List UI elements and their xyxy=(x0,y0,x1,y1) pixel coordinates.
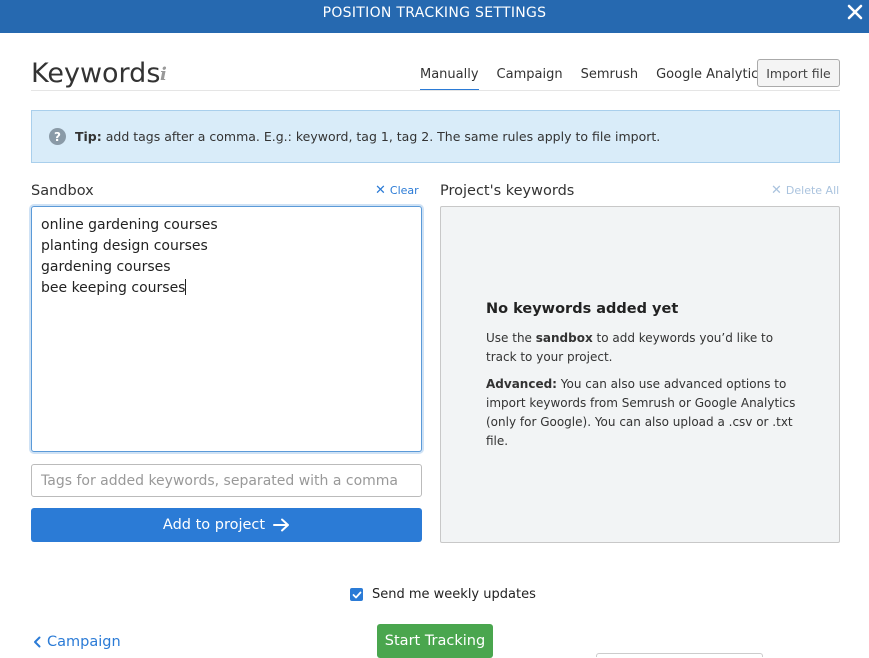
empty-text-part: Use the xyxy=(486,331,536,345)
delete-all-button[interactable]: ✕ Delete All xyxy=(771,183,839,198)
project-keywords-panel: No keywords added yet Use the sandbox to… xyxy=(440,206,840,543)
empty-state-title: No keywords added yet xyxy=(486,301,679,317)
sandbox-line: gardening courses xyxy=(41,259,171,275)
sandbox-title: Sandbox xyxy=(31,183,94,199)
project-keywords-title: Project's keywords xyxy=(440,183,575,199)
empty-text-bold: sandbox xyxy=(535,331,593,345)
info-icon[interactable]: i xyxy=(160,64,167,85)
add-to-project-button[interactable]: Add to project xyxy=(31,508,422,542)
clear-label: Clear xyxy=(389,184,419,197)
tab-campaign[interactable]: Campaign xyxy=(497,67,563,91)
empty-state-text: Use the sandbox to add keywords you’d li… xyxy=(486,329,806,367)
back-link-label: Campaign xyxy=(47,634,121,650)
sandbox-line: bee keeping courses xyxy=(41,280,186,296)
page-title: Keywords xyxy=(31,58,161,89)
advanced-label: Advanced: xyxy=(486,377,557,391)
sandbox-line: online gardening courses xyxy=(41,217,218,233)
tip-banner: ? Tip: add tags after a comma. E.g.: key… xyxy=(31,110,840,163)
tab-google-analytics[interactable]: Google Analytics xyxy=(656,67,765,91)
sandbox-line: planting design courses xyxy=(41,238,208,254)
tip-body: add tags after a comma. E.g.: keyword, t… xyxy=(101,129,661,144)
clear-button[interactable]: ✕ Clear xyxy=(375,183,419,198)
modal-title: POSITION TRACKING SETTINGS xyxy=(322,4,547,21)
tab-manually[interactable]: Manually xyxy=(420,67,479,91)
tip-text: Tip: add tags after a comma. E.g.: keywo… xyxy=(75,129,660,144)
weekly-updates-label: Send me weekly updates xyxy=(372,587,536,602)
import-file-button[interactable]: Import file xyxy=(757,59,840,87)
arrow-right-icon xyxy=(273,518,290,532)
empty-state-advanced: Advanced: You can also use advanced opti… xyxy=(486,375,806,451)
weekly-updates-toggle[interactable]: Send me weekly updates xyxy=(350,587,536,602)
add-to-project-label: Add to project xyxy=(162,517,266,533)
bottom-element-edge xyxy=(596,653,763,657)
text-cursor xyxy=(185,279,187,295)
delete-all-label: Delete All xyxy=(785,184,840,197)
sandbox-textarea[interactable]: online gardening courses planting design… xyxy=(31,206,422,452)
chevron-left-icon xyxy=(34,636,41,648)
modal-header: POSITION TRACKING SETTINGS xyxy=(0,0,869,33)
back-to-campaign-link[interactable]: Campaign xyxy=(33,634,121,650)
close-icon[interactable] xyxy=(845,2,865,22)
close-icon: ✕ xyxy=(771,183,782,198)
tags-input[interactable]: Tags for added keywords, separated with … xyxy=(31,464,422,497)
header-divider xyxy=(31,90,840,91)
close-icon: ✕ xyxy=(375,183,386,198)
start-tracking-button[interactable]: Start Tracking xyxy=(377,624,493,658)
question-icon: ? xyxy=(49,128,66,145)
tab-semrush[interactable]: Semrush xyxy=(581,67,639,91)
tip-label: Tip: xyxy=(75,129,102,144)
source-tabs: Manually Campaign Semrush Google Analyti… xyxy=(420,67,783,91)
checkbox-checked-icon[interactable] xyxy=(350,588,363,601)
